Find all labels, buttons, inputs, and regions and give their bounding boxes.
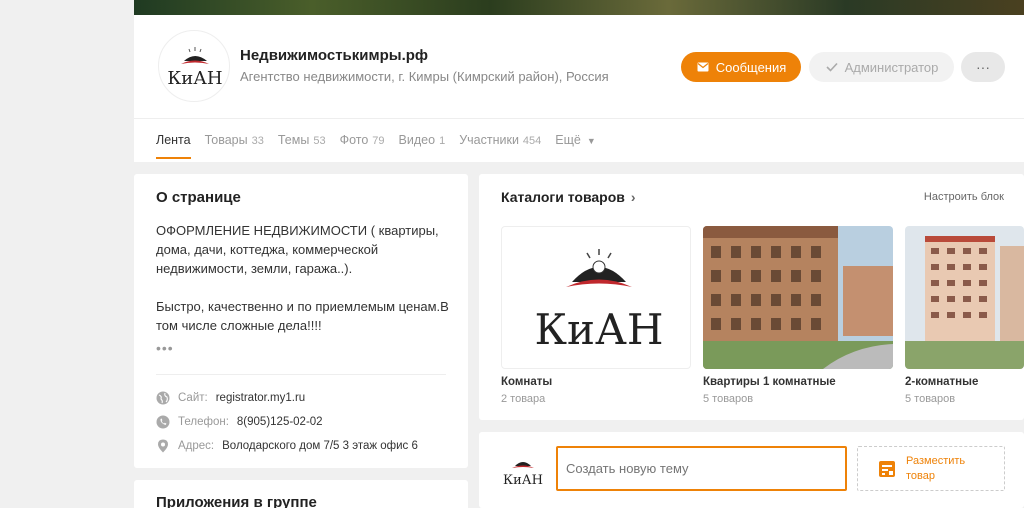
kian-logo: КиАН — [167, 47, 223, 89]
product-image-apartments — [905, 226, 1024, 369]
product-name: Комнаты — [501, 376, 553, 388]
product-image-building — [703, 226, 893, 369]
admin-button[interactable]: Администратор — [809, 52, 954, 82]
tab-topics-label: Темы — [277, 133, 310, 147]
tab-products-count: 33 — [251, 135, 264, 147]
about-divider — [156, 374, 446, 375]
tab-videos[interactable]: Видео 1 — [399, 133, 446, 147]
product-item[interactable]: 2-комнатные 5 товаров — [905, 226, 1024, 405]
place-product-button[interactable]: Разместить товар — [857, 446, 1005, 491]
nav-divider — [134, 118, 1024, 119]
svg-text:КиАН: КиАН — [503, 473, 543, 488]
tab-videos-count: 1 — [439, 135, 446, 147]
group-avatar[interactable]: КиАН — [158, 30, 230, 102]
catalog-title[interactable]: Каталоги товаров › — [501, 189, 636, 205]
address-label: Адрес: — [178, 440, 215, 452]
cover-image — [134, 0, 1024, 15]
place-product-label: Разместить товар — [906, 454, 966, 482]
site-label: Сайт: — [178, 392, 208, 404]
catalog-title-label: Каталоги товаров — [501, 189, 625, 205]
location-pin-icon — [156, 439, 170, 453]
tab-photos-label: Фото — [339, 133, 369, 147]
about-card: О странице ОФОРМЛЕНИЕ НЕДВИЖИМОСТИ ( ква… — [134, 174, 468, 468]
product-item[interactable]: КиАН Комнаты 2 товара — [501, 226, 691, 405]
catalog-card: Каталоги товаров › Настроить блок КиАН К… — [479, 174, 1024, 420]
group-header: КиАН Недвижимостькимры.рф Агентство недв… — [134, 15, 1024, 162]
group-title: Недвижимостькимры.рф — [240, 47, 429, 64]
address-value: Володарского дом 7/5 3 этаж офис 6 — [222, 440, 418, 452]
svg-text:КиАН: КиАН — [167, 68, 222, 89]
group-subtitle: Агентство недвижимости, г. Кимры (Кимрск… — [240, 69, 609, 84]
about-title: О странице — [156, 189, 241, 206]
about-description: ОФОРМЛЕНИЕ НЕДВИЖИМОСТИ ( квартиры, дома… — [156, 223, 449, 333]
product-name: 2-комнатные — [905, 376, 979, 388]
product-item[interactable]: Квартиры 1 комнатные 5 товаров — [703, 226, 893, 405]
globe-icon — [156, 391, 170, 405]
product-image-logo: КиАН — [501, 226, 691, 369]
address-row: Адрес: Володарского дом 7/5 3 этаж офис … — [156, 439, 418, 453]
tab-feed-label: Лента — [156, 133, 191, 147]
phone-icon — [156, 415, 170, 429]
caret-down-icon: ▼ — [586, 136, 596, 146]
apps-card: Приложения в группе — [134, 480, 468, 508]
chevron-right-icon: › — [630, 189, 636, 205]
envelope-icon — [696, 60, 710, 74]
tab-members-count: 454 — [522, 135, 542, 147]
messages-button[interactable]: Сообщения — [681, 52, 801, 82]
tab-more-label: Ещё — [555, 133, 581, 147]
phone-value: 8(905)125-02-02 — [236, 416, 323, 428]
tab-members-label: Участники — [459, 133, 519, 147]
product-count: 2 товара — [501, 393, 546, 405]
site-row: Сайт: registrator.my1.ru — [156, 391, 305, 405]
product-count: 5 товаров — [905, 393, 956, 405]
product-name: Квартиры 1 комнатные — [703, 376, 836, 388]
topic-composer: КиАН Разместить товар — [479, 432, 1024, 508]
new-topic-input[interactable] — [556, 446, 847, 491]
tab-topics[interactable]: Темы 53 — [278, 133, 326, 147]
composer-avatar: КиАН — [501, 452, 545, 488]
admin-button-label: Администратор — [844, 59, 939, 75]
more-options-button[interactable]: ··· — [961, 52, 1005, 82]
setup-block-link[interactable]: Настроить блок — [924, 191, 1004, 203]
site-link[interactable]: registrator.my1.ru — [216, 392, 305, 404]
svg-text:КиАН: КиАН — [535, 305, 664, 354]
tab-videos-label: Видео — [398, 133, 436, 147]
tab-more[interactable]: Ещё ▼ — [555, 133, 596, 147]
tab-products[interactable]: Товары 33 — [205, 133, 264, 147]
group-nav: Лента Товары 33 Темы 53 Фото 79 Видео 1 Учас… — [156, 133, 596, 159]
messages-button-label: Сообщения — [715, 59, 787, 75]
tab-products-label: Товары — [204, 133, 248, 147]
phone-label: Телефон: — [178, 416, 229, 428]
tab-topics-count: 53 — [313, 135, 326, 147]
tab-members[interactable]: Участники 454 — [459, 133, 541, 147]
product-tag-icon — [878, 460, 896, 478]
show-more-button[interactable]: ••• — [156, 340, 174, 356]
apps-title: Приложения в группе — [156, 494, 317, 508]
tab-photos[interactable]: Фото 79 — [340, 133, 385, 147]
tab-photos-count: 79 — [372, 135, 385, 147]
product-count: 5 товаров — [703, 393, 754, 405]
tab-feed[interactable]: Лента — [156, 133, 191, 159]
phone-row: Телефон: 8(905)125-02-02 — [156, 415, 323, 429]
checkmark-icon — [825, 60, 839, 74]
